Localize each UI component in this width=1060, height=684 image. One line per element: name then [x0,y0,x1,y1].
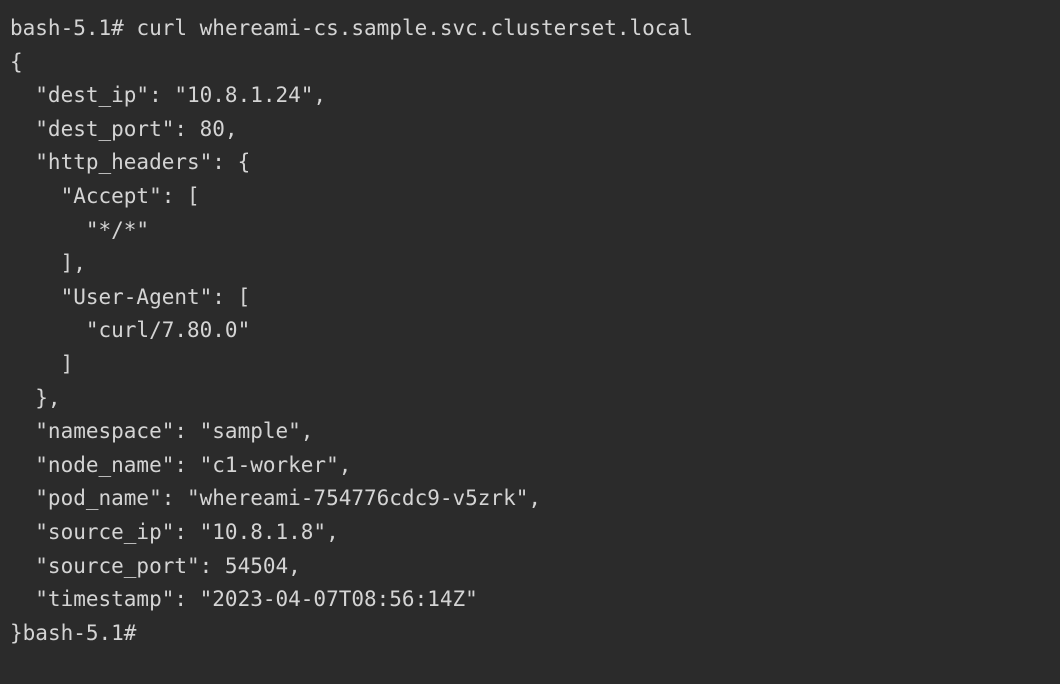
command-line: bash-5.1# curl whereami-cs.sample.svc.cl… [10,12,1050,46]
json-line: "*/*" [10,214,1050,248]
curl-command: curl whereami-cs.sample.svc.clusterset.l… [136,16,692,40]
json-response: { "dest_ip": "10.8.1.24", "dest_port": 8… [10,46,1050,651]
json-line: { [10,46,1050,80]
json-close: } [10,621,23,645]
terminal-window[interactable]: bash-5.1# curl whereami-cs.sample.svc.cl… [10,12,1050,650]
last-line: }bash-5.1# [10,617,1050,651]
json-line: ] [10,348,1050,382]
json-line: "timestamp": "2023-04-07T08:56:14Z" [10,583,1050,617]
json-line: "dest_ip": "10.8.1.24", [10,79,1050,113]
json-line: "pod_name": "whereami-754776cdc9-v5zrk", [10,482,1050,516]
json-line: "http_headers": { [10,146,1050,180]
shell-prompt: bash-5.1# [10,16,136,40]
json-line: "source_port": 54504, [10,550,1050,584]
json-line: }, [10,382,1050,416]
json-line: "node_name": "c1-worker", [10,449,1050,483]
json-line: "curl/7.80.0" [10,314,1050,348]
json-line: ], [10,247,1050,281]
json-line: "namespace": "sample", [10,415,1050,449]
json-line: "Accept": [ [10,180,1050,214]
json-line: "User-Agent": [ [10,281,1050,315]
shell-prompt: bash-5.1# [23,621,149,645]
json-line: "source_ip": "10.8.1.8", [10,516,1050,550]
json-line: "dest_port": 80, [10,113,1050,147]
